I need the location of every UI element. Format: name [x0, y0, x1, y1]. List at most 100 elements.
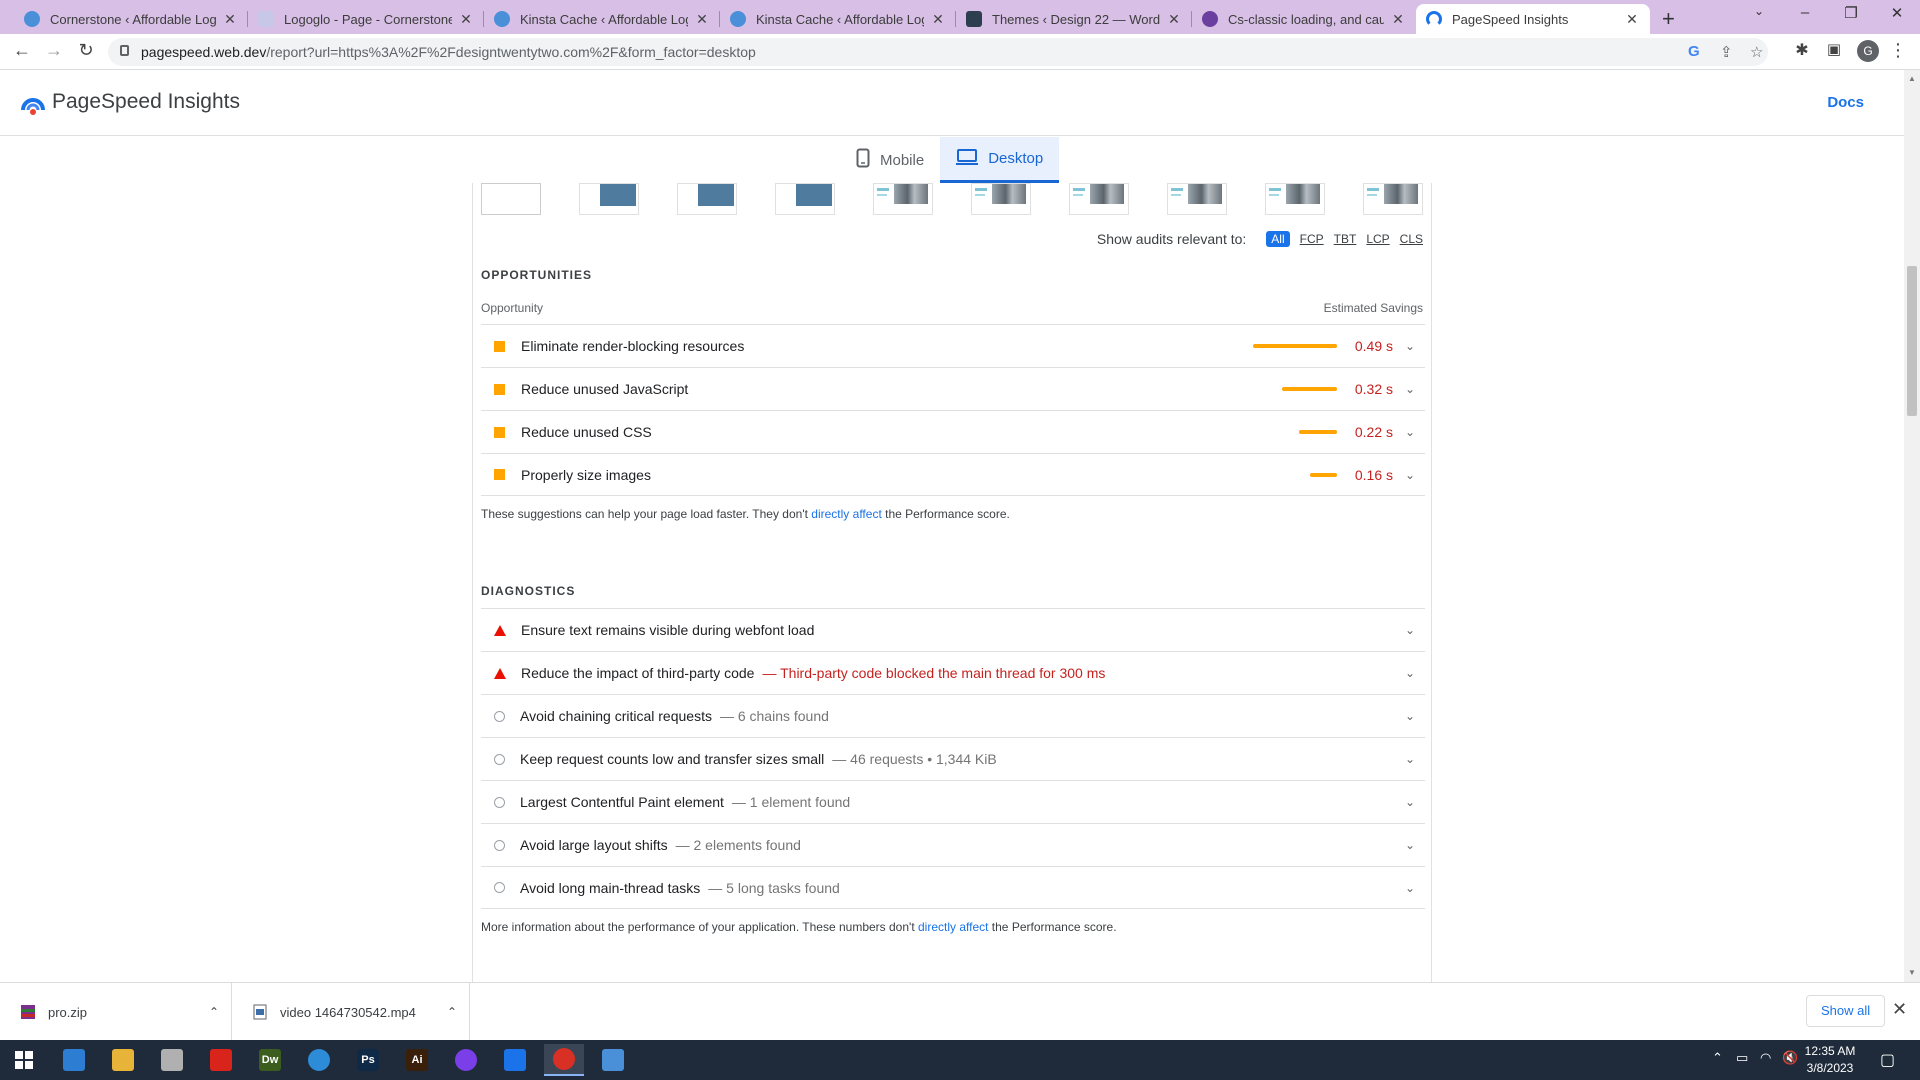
- chevron-down-icon[interactable]: ⌄: [1399, 666, 1421, 680]
- close-tab-icon[interactable]: ✕: [1390, 11, 1406, 28]
- address-bar[interactable]: pagespeed.web.dev/report?url=https%3A%2F…: [108, 38, 1768, 66]
- close-tab-icon[interactable]: ✕: [1166, 11, 1182, 28]
- illustrator-app[interactable]: Ai: [397, 1044, 437, 1076]
- page-scrollbar[interactable]: ▲ ▼: [1904, 70, 1920, 982]
- close-tab-icon[interactable]: ✕: [930, 11, 946, 28]
- filter-chip-tbt[interactable]: TBT: [1334, 232, 1357, 246]
- tab-search-icon[interactable]: ⌄: [1744, 4, 1774, 18]
- browser-tab[interactable]: Cs-classic loading, and causing ... ✕: [1192, 4, 1416, 34]
- opportunity-row[interactable]: Reduce unused CSS 0.22 s ⌄: [481, 410, 1425, 453]
- tab-mobile[interactable]: Mobile: [840, 137, 940, 183]
- close-download-bar-icon[interactable]: ✕: [1892, 999, 1907, 1020]
- diagnostic-row[interactable]: Avoid large layout shifts — 2 elements f…: [481, 823, 1425, 866]
- chevron-down-icon[interactable]: ⌄: [1399, 623, 1421, 637]
- download-item[interactable]: video 1464730542.mp4 ⌃: [232, 983, 470, 1041]
- profile-avatar[interactable]: G: [1857, 40, 1879, 62]
- volume-muted-icon[interactable]: 🔇: [1782, 1050, 1798, 1066]
- filter-chip-all[interactable]: All: [1266, 231, 1290, 247]
- dreamweaver-app[interactable]: Dw: [250, 1044, 290, 1076]
- browser-tab[interactable]: Kinsta Cache ‹ Affordable Logo D ✕: [720, 4, 956, 34]
- calculator-app[interactable]: [593, 1044, 633, 1076]
- close-tab-icon[interactable]: ✕: [458, 11, 474, 28]
- close-window-button[interactable]: ✕: [1882, 4, 1912, 22]
- chevron-down-icon[interactable]: ⌄: [1399, 709, 1421, 723]
- chevron-down-icon[interactable]: ⌄: [1399, 881, 1421, 895]
- tab-desktop[interactable]: Desktop: [940, 137, 1060, 183]
- diagnostic-row[interactable]: Avoid long main-thread tasks — 5 long ta…: [481, 866, 1425, 909]
- diagnostic-row[interactable]: Ensure text remains visible during webfo…: [481, 608, 1425, 651]
- close-tab-icon[interactable]: ✕: [222, 11, 238, 28]
- new-tab-button[interactable]: +: [1662, 6, 1675, 32]
- scroll-up-arrow-icon[interactable]: ▲: [1908, 74, 1916, 83]
- extensions-icon[interactable]: ✱: [1790, 40, 1814, 60]
- frame-content: [1171, 188, 1183, 191]
- tray-expand-icon[interactable]: ⌃: [1712, 1050, 1723, 1066]
- reload-button[interactable]: ↻: [74, 40, 98, 61]
- pdf-viewer-app[interactable]: [152, 1044, 192, 1076]
- opportunity-row[interactable]: Reduce unused JavaScript 0.32 s ⌄: [481, 367, 1425, 410]
- start-button[interactable]: [4, 1044, 44, 1076]
- browser-tab[interactable]: Kinsta Cache ‹ Affordable Logo D ✕: [484, 4, 720, 34]
- mail-app[interactable]: [495, 1044, 535, 1076]
- wifi-icon[interactable]: ◠: [1760, 1050, 1771, 1066]
- chevron-down-icon[interactable]: ⌄: [1399, 752, 1421, 766]
- bookmark-star-icon[interactable]: ☆: [1750, 43, 1763, 61]
- opportunity-row[interactable]: Eliminate render-blocking resources 0.49…: [481, 324, 1425, 367]
- diagnostic-row[interactable]: Reduce the impact of third-party code — …: [481, 651, 1425, 694]
- download-item[interactable]: pro.zip ⌃: [0, 983, 232, 1041]
- chevron-up-icon[interactable]: ⌃: [209, 1005, 219, 1019]
- show-all-downloads-button[interactable]: Show all: [1806, 995, 1886, 1027]
- acrobat-app[interactable]: [201, 1044, 241, 1076]
- scroll-thumb[interactable]: [1907, 266, 1917, 416]
- filter-chip-fcp[interactable]: FCP: [1300, 232, 1324, 246]
- chevron-down-icon[interactable]: ⌄: [1399, 468, 1421, 482]
- notifications-icon[interactable]: ▢: [1880, 1050, 1895, 1070]
- chrome-app[interactable]: [544, 1044, 584, 1076]
- file-explorer-app[interactable]: [54, 1044, 94, 1076]
- device-tabs: Mobile Desktop: [840, 137, 1060, 183]
- scroll-down-arrow-icon[interactable]: ▼: [1908, 968, 1916, 977]
- app-title[interactable]: PageSpeed Insights: [52, 90, 240, 114]
- edge-app[interactable]: [299, 1044, 339, 1076]
- battery-icon[interactable]: ▭: [1736, 1050, 1748, 1066]
- browser-tab[interactable]: Themes ‹ Design 22 — WordPre ✕: [956, 4, 1192, 34]
- diagnostic-row[interactable]: Avoid chaining critical requests — 6 cha…: [481, 694, 1425, 737]
- messenger-app[interactable]: [446, 1044, 486, 1076]
- forward-button[interactable]: →: [42, 40, 66, 61]
- opportunity-row[interactable]: Properly size images 0.16 s ⌄: [481, 453, 1425, 496]
- chevron-down-icon[interactable]: ⌄: [1399, 382, 1421, 396]
- diagnostic-actions: ⌄: [1393, 666, 1425, 680]
- chrome-menu-icon[interactable]: ⋮: [1886, 40, 1910, 61]
- directly-affect-link[interactable]: directly affect: [918, 920, 988, 934]
- diagnostic-row[interactable]: Keep request counts low and transfer siz…: [481, 737, 1425, 780]
- docs-link[interactable]: Docs: [1827, 94, 1864, 111]
- footnote-text: These suggestions can help your page loa…: [481, 507, 812, 521]
- directly-affect-link[interactable]: directly affect: [811, 507, 881, 521]
- restore-button[interactable]: ❐: [1836, 4, 1866, 22]
- chevron-up-icon[interactable]: ⌃: [447, 1005, 457, 1019]
- photoshop-app[interactable]: Ps: [348, 1044, 388, 1076]
- minimize-button[interactable]: –: [1790, 4, 1820, 21]
- browser-tab[interactable]: Cornerstone ‹ Affordable Logo D ✕: [14, 4, 248, 34]
- tab-mobile-label: Mobile: [880, 151, 925, 169]
- google-lens-icon[interactable]: G: [1688, 43, 1700, 60]
- diagnostic-row[interactable]: Largest Contentful Paint element — 1 ele…: [481, 780, 1425, 823]
- close-tab-icon[interactable]: ✕: [1624, 11, 1640, 28]
- close-tab-icon[interactable]: ✕: [694, 11, 710, 28]
- chrome-icon: [553, 1048, 575, 1070]
- frame-content: [1073, 188, 1085, 191]
- side-panel-icon[interactable]: ▣: [1822, 40, 1846, 58]
- back-button[interactable]: ←: [10, 40, 34, 61]
- pagespeed-logo-icon[interactable]: [20, 90, 46, 121]
- taskbar-clock[interactable]: 12:35 AM 3/8/2023: [1800, 1043, 1860, 1077]
- chevron-down-icon[interactable]: ⌄: [1399, 339, 1421, 353]
- chevron-down-icon[interactable]: ⌄: [1399, 838, 1421, 852]
- share-icon[interactable]: ⇪: [1720, 43, 1733, 61]
- browser-tab[interactable]: Logoglo - Page - Cornerstone ✕: [248, 4, 484, 34]
- chevron-down-icon[interactable]: ⌄: [1399, 425, 1421, 439]
- filter-chip-cls[interactable]: CLS: [1400, 232, 1423, 246]
- browser-tab-active[interactable]: PageSpeed Insights ✕: [1416, 4, 1650, 34]
- filter-chip-lcp[interactable]: LCP: [1366, 232, 1389, 246]
- chevron-down-icon[interactable]: ⌄: [1399, 795, 1421, 809]
- folder-app[interactable]: [103, 1044, 143, 1076]
